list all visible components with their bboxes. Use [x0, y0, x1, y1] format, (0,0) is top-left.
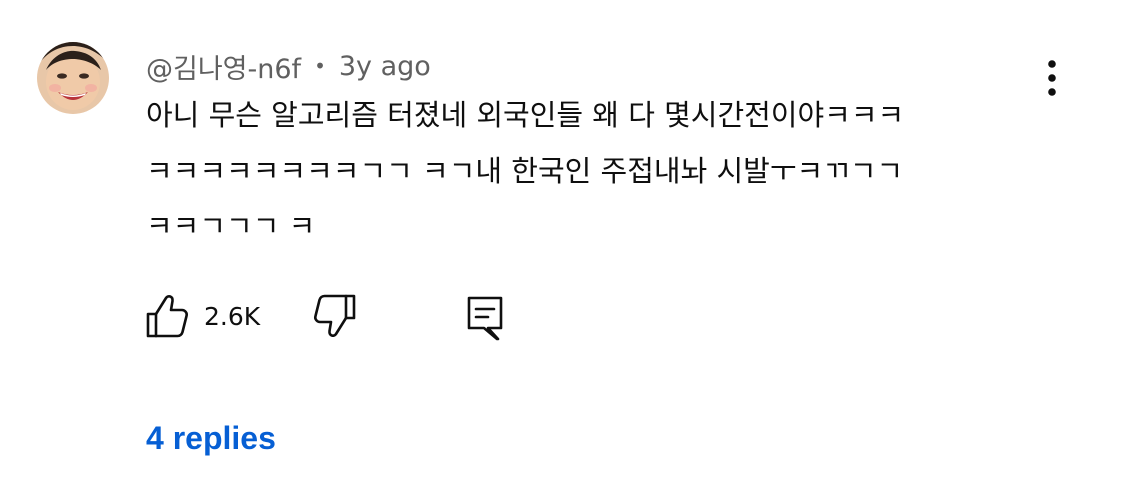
dislike-button[interactable] [312, 292, 358, 340]
more-vert-icon [1048, 60, 1056, 96]
thumb-down-icon [313, 294, 356, 337]
like-count: 2.6K [204, 302, 261, 331]
meta-separator: • [314, 54, 326, 78]
timestamp[interactable]: 3y ago [339, 51, 431, 82]
reply-button[interactable] [462, 292, 508, 344]
comment-meta: @김나영-n6f • 3y ago [146, 47, 431, 86]
thumb-up-icon [146, 295, 189, 338]
comment-text-line: ㅋㅋㄱㄱㄱ ㅋ [146, 209, 316, 243]
comment-reply-icon [467, 296, 503, 341]
comment-text-line: ㅋㅋㅋㅋㅋㅋㅋㅋㄱㄱ ㅋㄱ내 한국인 주접내놔 시발ㅜㅋㄲㄱㄱ [146, 154, 904, 188]
comment-text-line: 아니 무슨 알고리즘 터졌네 외국인들 왜 다 몇시간전이야ㅋㅋㅋ [146, 98, 905, 132]
avatar-face-icon [37, 42, 109, 114]
view-replies-link[interactable]: 4 replies [146, 420, 276, 457]
more-options-button[interactable] [1036, 58, 1068, 98]
avatar[interactable] [37, 42, 109, 114]
author-name[interactable]: @김나영-n6f [146, 47, 301, 86]
like-button[interactable] [144, 292, 190, 340]
comment-card: @김나영-n6f • 3y ago 아니 무슨 알고리즘 터졌네 외국인들 왜 … [0, 0, 1125, 500]
